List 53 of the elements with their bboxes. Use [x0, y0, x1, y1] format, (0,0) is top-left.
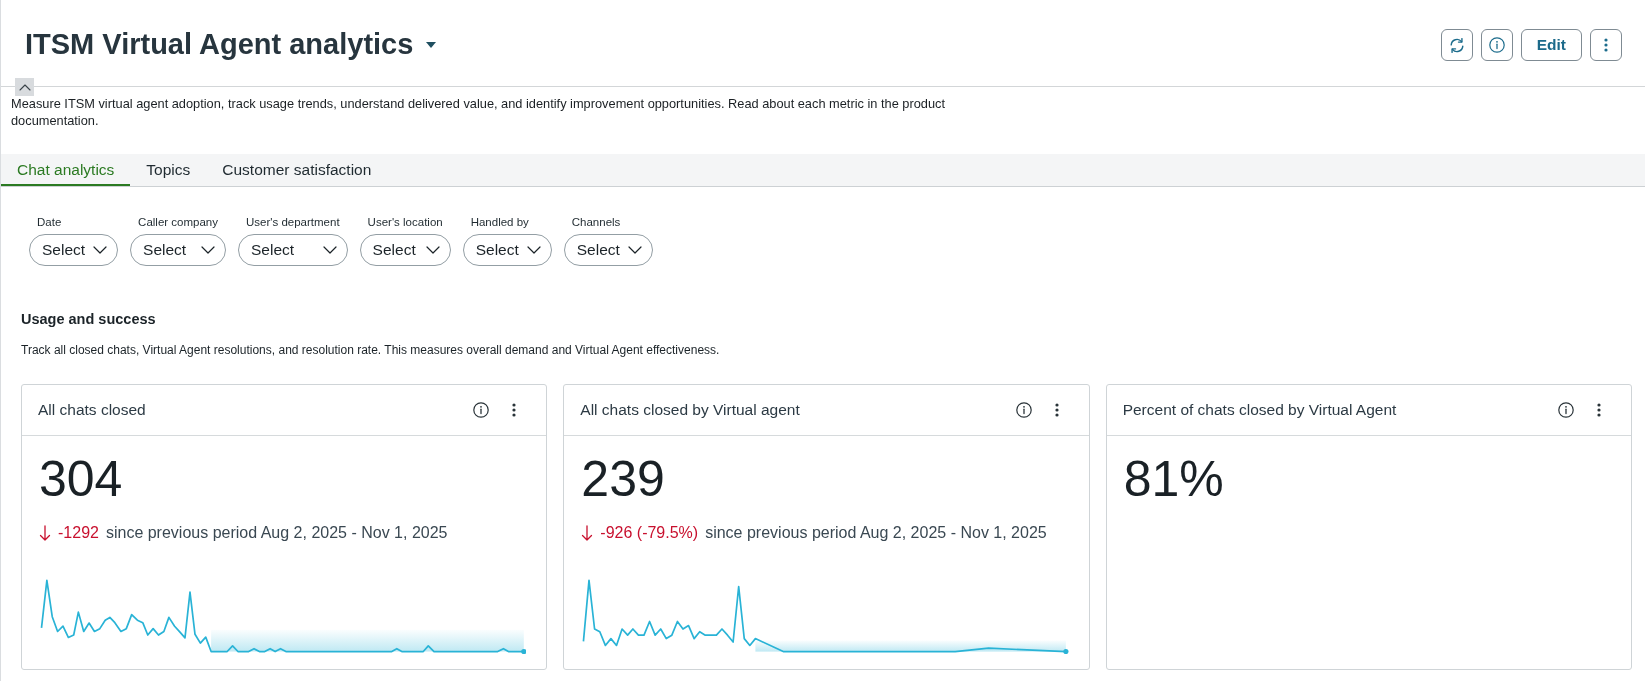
chevron-down-icon	[322, 246, 337, 254]
filter-label: Date	[36, 215, 63, 229]
more-icon[interactable]	[1054, 403, 1059, 417]
collapse-button[interactable]	[15, 78, 34, 96]
page-title: ITSM Virtual Agent analytics	[25, 27, 414, 62]
delta-description: since previous period Aug 2, 2025 - Nov 1, 2025	[705, 524, 1047, 542]
page-description: Measure ITSM virtual agent adoption, track usage trends, understand delivered value, and identify improvement opportunities. Read about each metric in the product documentation.	[11, 96, 946, 129]
chevron-down-icon	[425, 246, 440, 254]
arrow-down-icon	[581, 525, 594, 541]
filter-label: Handled by	[469, 215, 530, 229]
more-button[interactable]	[1590, 29, 1622, 61]
info-icon[interactable]	[1558, 402, 1574, 418]
tab[interactable]: Customer satisfaction	[206, 154, 388, 186]
filter-dropdown[interactable]: Select	[238, 234, 348, 266]
info-icon[interactable]	[473, 402, 490, 418]
info-button[interactable]	[1480, 29, 1513, 61]
more-icon[interactable]	[1597, 403, 1601, 417]
refresh-button[interactable]	[1440, 29, 1473, 61]
caret-icon[interactable]	[426, 42, 437, 48]
section-title: Usage and success	[21, 310, 156, 328]
filter-label: Caller company	[137, 215, 219, 229]
filter-dropdown[interactable]: Select	[29, 234, 119, 266]
filter-dropdown[interactable]: Select	[462, 234, 552, 266]
more-icon	[1604, 38, 1608, 52]
chevron-down-icon	[627, 246, 642, 254]
card-title: All chats closed	[38, 401, 146, 419]
refresh-icon	[1449, 37, 1464, 53]
chevron-up-icon	[18, 83, 31, 91]
info-icon[interactable]	[1015, 402, 1032, 418]
filter-label: User's location	[366, 215, 444, 229]
chevron-down-icon	[526, 246, 541, 254]
filter-label: User's department	[245, 215, 341, 229]
arrow-down-icon	[39, 525, 51, 541]
chevron-down-icon	[201, 246, 215, 254]
delta-value: -926 (-79.5%)	[600, 524, 699, 542]
more-icon[interactable]	[512, 403, 517, 417]
card-title: All chats closed by Virtual agent	[580, 401, 800, 419]
metric-value: 81%	[1123, 454, 1224, 504]
tab[interactable]: Chat analytics	[1, 154, 131, 186]
metric-value: 304	[39, 454, 123, 504]
filter-dropdown[interactable]: Select	[130, 234, 226, 266]
info-icon	[1488, 37, 1505, 53]
card-title: Percent of chats closed by Virtual Agent	[1122, 401, 1397, 419]
chevron-down-icon	[93, 246, 108, 254]
filter-dropdown[interactable]: Select	[563, 234, 653, 266]
delta-value: -1292	[58, 524, 99, 542]
section-description: Track all closed chats, Virtual Agent resolutions, and resolution rate. This measures overall demand and Virtual Agent effectiveness.	[21, 342, 720, 358]
filter-dropdown[interactable]: Select	[359, 234, 451, 266]
tab[interactable]: Topics	[130, 154, 207, 186]
metric-value: 239	[581, 454, 665, 504]
edit-button[interactable]: Edit	[1520, 29, 1582, 61]
filter-label: Channels	[570, 215, 622, 229]
delta-description: since previous period Aug 2, 2025 - Nov 1, 2025	[105, 524, 448, 542]
